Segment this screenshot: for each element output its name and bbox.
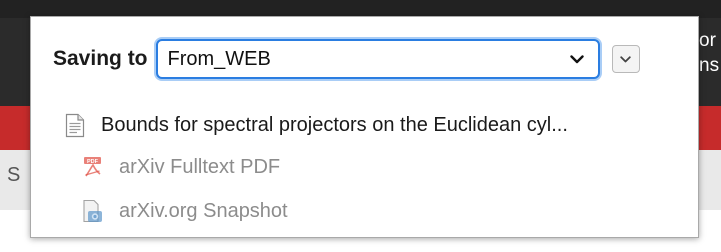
save-to-popup: Saving to From_WEB Bounds for spectral p…	[30, 16, 699, 238]
background-text-fragment: ns	[699, 55, 720, 76]
attachment-item: arXiv.org Snapshot	[81, 198, 288, 224]
attachment-label: arXiv Fulltext PDF	[119, 155, 281, 178]
chevron-down-icon	[620, 55, 631, 63]
item-title: Bounds for spectral projectors on the Eu…	[101, 113, 568, 136]
save-location-row: Saving to From_WEB	[53, 39, 640, 79]
collection-select[interactable]: From_WEB	[155, 39, 600, 79]
pdf-icon: PDF	[81, 154, 105, 180]
chevron-down-icon	[562, 44, 592, 74]
background-text-fragment: or	[699, 30, 716, 51]
expand-collections-button[interactable]	[611, 45, 640, 73]
attachment-item: PDF arXiv Fulltext PDF	[81, 154, 280, 180]
collection-select-value: From_WEB	[167, 47, 271, 70]
saving-to-label: Saving to	[53, 47, 148, 70]
attachment-label: arXiv.org Snapshot	[119, 199, 288, 222]
snapshot-icon	[81, 198, 105, 224]
svg-text:PDF: PDF	[87, 159, 99, 165]
background-text-fragment: S	[7, 164, 21, 186]
saved-item: Bounds for spectral projectors on the Eu…	[63, 112, 568, 138]
document-icon	[63, 112, 87, 138]
